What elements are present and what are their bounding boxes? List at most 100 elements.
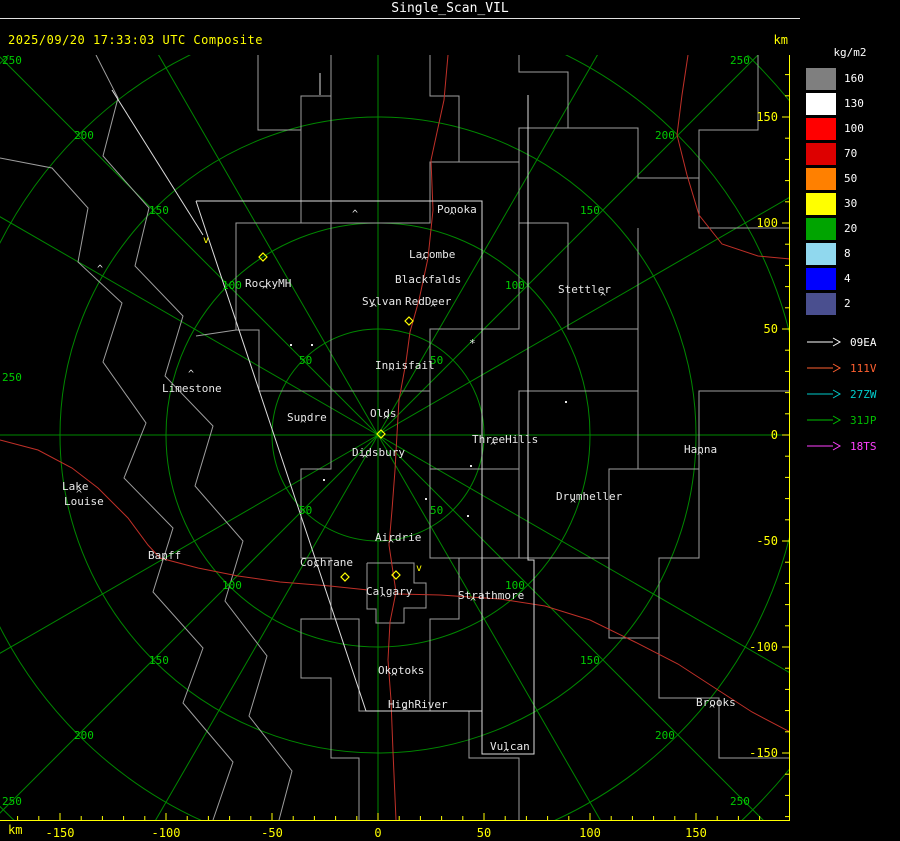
bottom-axis-label: 100 — [579, 826, 601, 840]
colorbar-swatch — [806, 267, 836, 290]
range-label: 200 — [74, 729, 94, 742]
colorbar-value: 100 — [844, 122, 864, 135]
range-label: 100 — [222, 279, 242, 292]
right-axis-label: -50 — [756, 534, 778, 548]
town-marker-icon: ^ — [380, 593, 386, 604]
county-boundary — [429, 329, 639, 470]
colorbar-swatch — [806, 92, 836, 115]
radar-site-code: 31JP — [850, 413, 877, 427]
city-label: Louise — [64, 495, 104, 508]
city-label: Lacombe — [409, 248, 455, 261]
county-boundary — [300, 391, 430, 712]
range-label: 250 — [2, 371, 22, 384]
radar-arrow-icon — [807, 363, 842, 373]
city-label: Sundre — [287, 411, 327, 424]
colorbar-entry: 4 — [800, 266, 900, 291]
map-layers: 50 100 150 200 250 50 100 150 200 250 50 100 150 200 2… — [0, 54, 789, 820]
colorbar-value: 20 — [844, 222, 858, 235]
vector-tip-icon: v — [416, 563, 422, 574]
poi-dot — [311, 344, 313, 346]
city-label: Limestone — [162, 382, 222, 395]
legend-panel: kg/m2 160 130 100 70 50 30 20 8 4 2 09EA 111V 27ZW 3… — [800, 0, 900, 841]
city-label: Innisfail — [375, 359, 435, 372]
town-marker-icon: ^ — [391, 672, 397, 683]
city-label: RedDeer — [405, 295, 452, 308]
city-label: Brooks — [696, 696, 736, 709]
colorbar-swatch — [806, 167, 836, 190]
range-label: 250 — [2, 54, 22, 67]
colorbar-entry: 100 — [800, 116, 900, 141]
radar-legend-row: 27ZW — [800, 381, 900, 407]
scan-area-outline — [481, 95, 535, 755]
county-boundary — [698, 55, 759, 178]
bottom-axis-label: -100 — [152, 826, 181, 840]
range-label: 150 — [580, 654, 600, 667]
town-marker-icon: ^ — [188, 369, 194, 380]
colorbar-entry: 8 — [800, 241, 900, 266]
range-label: 250 — [730, 795, 750, 808]
timestamp-label: 2025/09/20 17:33:03 UTC Composite — [8, 33, 263, 47]
azimuth-spoke — [377, 55, 759, 436]
town-marker-icon: ^ — [388, 367, 394, 378]
town-marker-icon: ^ — [600, 292, 606, 303]
bottom-axis-label: -150 — [46, 826, 75, 840]
range-label: 50 — [299, 354, 312, 367]
range-label: 50 — [299, 504, 312, 517]
colorbar-scale: 160 130 100 70 50 30 20 8 4 2 — [800, 66, 900, 316]
azimuth-spoke — [0, 434, 379, 654]
county-boundary — [300, 618, 360, 820]
town-marker-icon: ^ — [352, 209, 358, 220]
town-marker-icon: ^ — [313, 564, 319, 575]
town-marker-icon: ^ — [709, 704, 715, 715]
radar-map-canvas[interactable]: 5010015020025050100150200250501001502002… — [0, 0, 900, 841]
county-boundary — [658, 469, 700, 638]
town-marker-icon: ^ — [570, 499, 576, 510]
city-label: Blackfalds — [395, 273, 461, 286]
colorbar-value: 4 — [844, 272, 851, 285]
city-label: Calgary — [366, 585, 413, 598]
radar-site-code: 111V — [850, 361, 877, 375]
county-boundary — [235, 130, 331, 392]
colorbar-entry: 20 — [800, 216, 900, 241]
range-label: 100 — [222, 579, 242, 592]
right-axis-label: 50 — [764, 322, 778, 336]
colorbar-entry: 160 — [800, 66, 900, 91]
city-label: RockyMH — [245, 277, 291, 290]
range-label: 150 — [149, 654, 169, 667]
radar-site-code: 09EA — [850, 335, 877, 349]
colorbar-title: kg/m2 — [833, 46, 867, 59]
city-label: Okotoks — [378, 664, 424, 677]
radar-site-code: 27ZW — [850, 387, 877, 401]
city-label: HighRiver — [388, 698, 448, 711]
poi-dot — [470, 465, 472, 467]
poi-dot — [425, 498, 427, 500]
colorbar-value: 160 — [844, 72, 864, 85]
city-label: Vulcan — [490, 740, 530, 753]
town-marker-icon: ^ — [161, 557, 167, 568]
town-marker-icon: ^ — [383, 415, 389, 426]
town-marker-icon: ^ — [300, 419, 306, 430]
colorbar-value: 70 — [844, 147, 858, 160]
radar-legend-row: 09EA — [800, 329, 900, 355]
radar-site-marker-icon — [340, 572, 350, 582]
colorbar-swatch — [806, 117, 836, 140]
poi-dot — [467, 515, 469, 517]
town-marker-icon: ^ — [262, 285, 268, 296]
colorbar-swatch — [806, 292, 836, 315]
range-label: 200 — [655, 129, 675, 142]
range-label: 250 — [730, 54, 750, 67]
city-label: Sylvan — [362, 295, 402, 308]
city-label: Cochrane — [300, 556, 353, 569]
bottom-axis-label: -50 — [261, 826, 283, 840]
county-boundary — [430, 710, 520, 820]
bottom-axis-unit-label: km — [8, 823, 23, 837]
bottom-axis-label: 150 — [685, 826, 707, 840]
county-boundary — [608, 558, 789, 759]
vector-tip-icon: v — [203, 235, 209, 246]
radar-site-code: 18TS — [850, 439, 877, 453]
bottom-axis-label: 50 — [477, 826, 491, 840]
colorbar-entry: 2 — [800, 291, 900, 316]
right-axis-label: 0 — [771, 428, 778, 442]
colorbar-entry: 30 — [800, 191, 900, 216]
town-marker-icon: ^ — [402, 706, 408, 717]
